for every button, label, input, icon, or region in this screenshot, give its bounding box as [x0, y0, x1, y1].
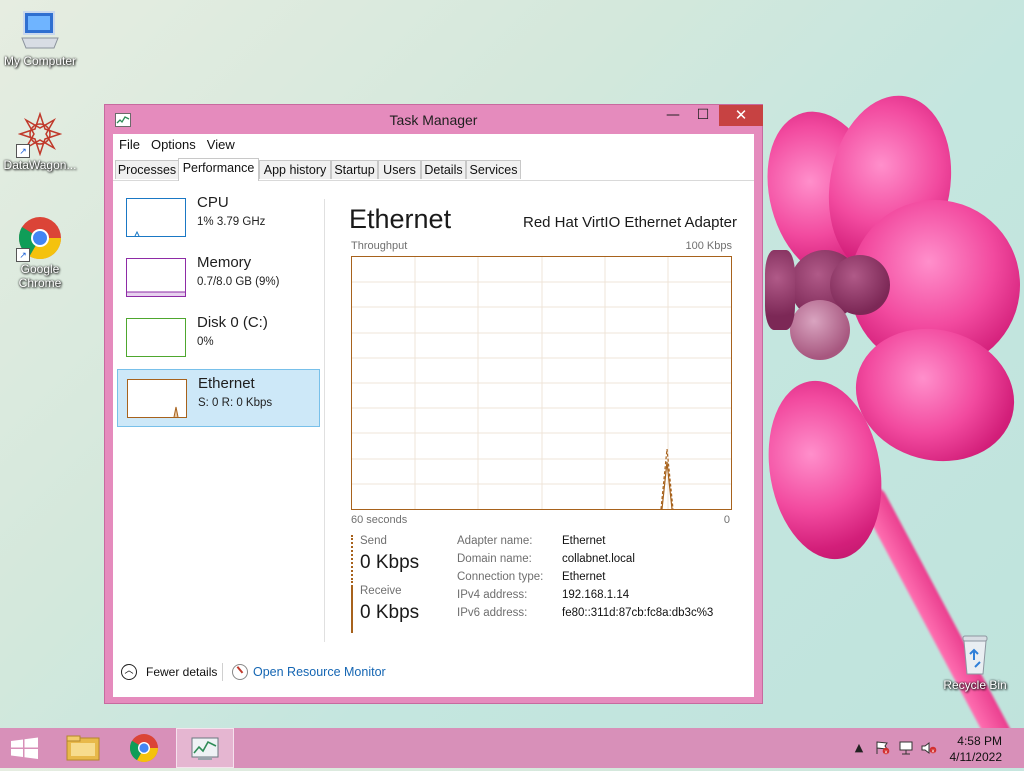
- menu-bar: File Options View: [113, 134, 754, 156]
- tab-app-history[interactable]: App history: [259, 160, 331, 179]
- graph-label: Throughput: [351, 240, 408, 252]
- taskbar-task-manager[interactable]: [176, 728, 234, 768]
- resource-monitor-icon[interactable]: [232, 664, 248, 680]
- graph-max-label: 100 Kbps: [685, 240, 732, 252]
- graph-time-label: 60 seconds: [351, 514, 408, 526]
- datawagon-icon: ↗: [16, 111, 63, 158]
- receive-value: 0 Kbps: [360, 602, 420, 623]
- receive-label: Receive: [360, 585, 402, 597]
- recycle-bin-icon: [953, 632, 997, 676]
- resource-item-memory[interactable]: Memory 0.7/8.0 GB (9%): [117, 249, 320, 307]
- desktop-icon-recycle-bin[interactable]: Recycle Bin: [935, 632, 1015, 692]
- tab-performance[interactable]: Performance: [178, 158, 259, 181]
- tab-users[interactable]: Users: [378, 160, 421, 179]
- chrome-icon: ↗: [16, 216, 62, 262]
- tab-startup[interactable]: Startup: [331, 160, 378, 179]
- detail-title: Ethernet: [349, 204, 452, 234]
- send-label: Send: [360, 535, 387, 547]
- disk-sparkline: [126, 318, 186, 357]
- resource-item-disk[interactable]: Disk 0 (C:) 0%: [117, 309, 320, 367]
- resource-detail: 1% 3.79 GHz: [197, 216, 266, 228]
- cpu-sparkline: [126, 198, 186, 237]
- resource-name: Disk 0 (C:): [197, 314, 268, 331]
- desktop-icon-label: DataWagon...: [3, 158, 77, 172]
- info-key: IPv6 address:: [457, 607, 528, 619]
- tab-strip: Processes Performance App history Startu…: [113, 158, 754, 181]
- computer-icon: [18, 8, 62, 52]
- start-button[interactable]: [0, 728, 58, 768]
- minimize-button[interactable]: —: [658, 105, 688, 126]
- desktop-icon-label: Recycle Bin: [943, 678, 1007, 692]
- menu-file[interactable]: File: [113, 134, 145, 152]
- resource-name: CPU: [197, 194, 229, 211]
- resource-item-ethernet[interactable]: Ethernet S: 0 R: 0 Kbps: [117, 369, 320, 427]
- menu-view[interactable]: View: [201, 134, 240, 152]
- resource-name: Ethernet: [198, 375, 255, 392]
- tab-details[interactable]: Details: [421, 160, 466, 179]
- menu-options[interactable]: Options: [145, 134, 201, 152]
- folder-icon: [66, 735, 100, 761]
- shortcut-arrow-icon: ↗: [16, 144, 30, 158]
- desktop-icon-my-computer[interactable]: My Computer: [0, 8, 80, 68]
- info-value: fe80::311d:87cb:fc8a:db3c%3: [562, 607, 714, 619]
- resource-item-cpu[interactable]: CPU 1% 3.79 GHz: [117, 189, 320, 247]
- taskbar-file-explorer[interactable]: [55, 728, 113, 768]
- show-hidden-icons-chevron-icon[interactable]: ▲: [851, 741, 867, 755]
- memory-sparkline: [126, 258, 186, 297]
- graph-zero-label: 0: [723, 514, 730, 526]
- info-key: Connection type:: [457, 571, 544, 583]
- window-client-area: File Options View Processes Performance Ap…: [113, 134, 754, 697]
- desktop-icon-label: My Computer: [3, 54, 77, 68]
- footer-bar: ︿ Fewer details Open Resource Monitor: [113, 651, 754, 697]
- open-resource-monitor-link[interactable]: Open Resource Monitor: [253, 665, 386, 679]
- ethernet-sparkline: [127, 379, 187, 418]
- taskbar: ▲ x x 4:58 PM 4/11/2022: [0, 728, 1024, 768]
- info-value: Ethernet: [562, 535, 606, 547]
- panel-divider: [324, 199, 325, 642]
- chevron-up-icon[interactable]: ︿: [121, 664, 137, 680]
- resource-detail: 0.7/8.0 GB (9%): [197, 276, 280, 288]
- tab-processes[interactable]: Processes: [115, 160, 179, 179]
- adapter-description: Red Hat VirtIO Ethernet Adapter: [522, 214, 737, 231]
- task-manager-icon: [191, 737, 219, 760]
- task-manager-window: Task Manager — ☐ ✕ File Options View Proce…: [104, 104, 763, 704]
- desktop-icon-label: Google Chrome: [18, 262, 62, 290]
- volume-muted-icon[interactable]: x: [921, 741, 937, 755]
- desktop-icon-google-chrome[interactable]: ↗ Google Chrome: [0, 216, 80, 290]
- resource-name: Memory: [197, 254, 252, 271]
- footer-divider: [222, 663, 223, 681]
- resource-detail: S: 0 R: 0 Kbps: [198, 397, 273, 409]
- chrome-icon: [129, 734, 158, 762]
- info-value: collabnet.local: [562, 553, 635, 565]
- desktop-icon-datawagon[interactable]: ↗ DataWagon...: [0, 111, 80, 172]
- throughput-graph: [351, 256, 732, 510]
- info-key: Adapter name:: [457, 535, 533, 547]
- action-center-flag-icon[interactable]: x: [874, 741, 890, 755]
- taskbar-clock[interactable]: 4:58 PM 4/11/2022: [950, 733, 1003, 765]
- taskbar-chrome[interactable]: [115, 728, 173, 768]
- fewer-details-link[interactable]: Fewer details: [146, 665, 217, 679]
- send-stat: Send 0 Kbps: [351, 535, 433, 583]
- close-button[interactable]: ✕: [719, 105, 763, 126]
- clock-date: 4/11/2022: [949, 750, 1003, 764]
- resource-detail: 0%: [197, 336, 214, 348]
- info-key: IPv4 address:: [457, 589, 528, 601]
- tab-services[interactable]: Services: [466, 160, 521, 179]
- maximize-button[interactable]: ☐: [688, 105, 718, 126]
- resource-list: CPU 1% 3.79 GHz Memory 0.7/8.0 GB (9%) D…: [113, 181, 324, 621]
- windows-logo-icon: [11, 737, 38, 759]
- send-value: 0 Kbps: [360, 552, 420, 573]
- receive-stat: Receive 0 Kbps: [351, 585, 433, 633]
- info-value: 192.168.1.14: [562, 589, 630, 601]
- shortcut-arrow-icon: ↗: [16, 248, 30, 262]
- clock-time: 4:58 PM: [957, 734, 1002, 748]
- throughput-graph-svg: [352, 257, 731, 510]
- info-value: Ethernet: [562, 571, 606, 583]
- info-key: Domain name:: [457, 553, 532, 565]
- title-bar[interactable]: Task Manager — ☐ ✕: [105, 105, 763, 134]
- network-icon[interactable]: [898, 741, 914, 755]
